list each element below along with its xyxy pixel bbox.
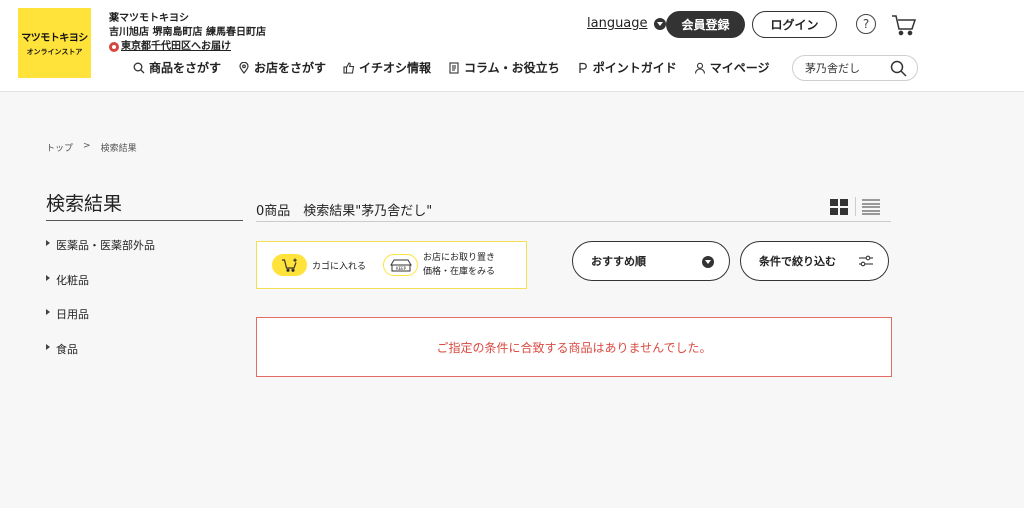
header-search[interactable]: [792, 55, 918, 81]
cart-icon[interactable]: [891, 14, 917, 40]
site-header: マツモトキヨシ オンラインストア 薬マツモトキヨシ 吉川旭店 堺南島町店 練馬春…: [0, 0, 1024, 92]
nav-item-label: 商品をさがす: [149, 61, 222, 75]
category-item-food[interactable]: 食品: [46, 341, 155, 376]
chevron-down-icon: [653, 17, 666, 30]
nav-item-products[interactable]: 商品をさがす: [133, 59, 221, 76]
search-icon: [133, 62, 145, 73]
nav-item-mypage[interactable]: マイページ: [694, 59, 770, 76]
user-icon: [694, 62, 705, 74]
sidebar-title: 検索結果: [46, 193, 123, 215]
sliders-icon: [859, 255, 873, 267]
logo-subtext: オンラインストア: [26, 48, 83, 56]
delivery-area[interactable]: 東京都千代田区へお届け: [109, 40, 266, 54]
caret-right-icon: [46, 274, 50, 281]
help-icon[interactable]: ?: [856, 14, 876, 34]
nav-item-label: コラム・お役立ち: [464, 61, 560, 75]
legend-keep-label: お店にお取り置き 価格・在庫をみる: [423, 251, 495, 279]
nav-item-points[interactable]: ポイントガイド: [577, 59, 677, 76]
legend-cart-label: カゴに入れる: [312, 261, 367, 272]
category-item-daily[interactable]: 日用品: [46, 306, 155, 341]
nav-item-label: イチオシ情報: [359, 61, 432, 75]
caret-right-icon: [46, 343, 50, 350]
category-label: 医薬品・医薬部外品: [56, 239, 155, 252]
category-label: 日用品: [56, 308, 89, 321]
results-title: 0商品 検索結果"茅乃舎だし": [256, 204, 433, 219]
list-view-icon[interactable]: [862, 199, 880, 215]
nav-item-columns[interactable]: コラム・お役立ち: [448, 59, 560, 76]
no-results-text: ご指定の条件に合致する商品はありませんでした。: [436, 340, 712, 355]
chevron-down-icon: [702, 256, 714, 268]
store-keep-icon: KEEP: [383, 254, 419, 276]
thumbs-up-icon: [343, 61, 355, 74]
search-icon[interactable]: [890, 60, 907, 77]
icon-legend: カゴに入れる KEEP お店にお取り置き 価格・在庫をみる: [256, 241, 527, 289]
caret-right-icon: [46, 309, 50, 315]
search-input[interactable]: [805, 61, 891, 75]
nav-item-stores[interactable]: お店をさがす: [238, 59, 326, 76]
store-brand: 薬マツモトキヨシ: [109, 13, 189, 24]
nav-item-recommend[interactable]: イチオシ情報: [343, 59, 431, 76]
language-label: language: [587, 16, 648, 31]
cart-add-icon: [272, 254, 307, 276]
point-icon: [579, 62, 587, 73]
category-label: 食品: [56, 342, 78, 356]
sidebar-divider: [46, 220, 243, 221]
no-results-message: ご指定の条件に合致する商品はありませんでした。: [256, 317, 892, 377]
results-divider: [256, 221, 891, 222]
breadcrumb-separator: >: [83, 141, 91, 151]
delivery-area-link[interactable]: 東京都千代田区へお届け: [121, 40, 231, 54]
legend-keep-line2: 価格・在庫をみる: [423, 267, 496, 277]
grid-view-icon[interactable]: [830, 199, 848, 215]
view-toggle-divider: [855, 197, 856, 216]
filter-label: 条件で絞り込む: [759, 255, 836, 268]
language-selector[interactable]: language: [587, 16, 666, 31]
location-pin-icon: [239, 61, 249, 74]
site-logo[interactable]: マツモトキヨシ オンラインストア: [18, 8, 91, 78]
register-button[interactable]: 会員登録: [666, 11, 745, 38]
sort-select[interactable]: おすすめ順: [572, 241, 730, 281]
breadcrumb-home[interactable]: トップ: [46, 141, 73, 154]
store-info: 薬マツモトキヨシ 吉川旭店 堺南島町店 練馬春日町店 東京都千代田区へお届け: [109, 12, 266, 54]
filter-button[interactable]: 条件で絞り込む: [740, 241, 889, 281]
document-icon: [449, 61, 459, 74]
keep-badge: KEEP: [395, 266, 406, 271]
nav-item-label: マイページ: [709, 61, 770, 75]
sort-label: おすすめ順: [591, 255, 646, 268]
caret-right-icon: [46, 240, 50, 246]
category-item-medicine[interactable]: 医薬品・医薬部外品: [46, 237, 155, 272]
selected-stores[interactable]: 吉川旭店 堺南島町店 練馬春日町店: [109, 26, 266, 40]
category-list: 医薬品・医薬部外品 化粧品 日用品 食品: [46, 237, 155, 375]
breadcrumb-current: 検索結果: [100, 144, 137, 154]
legend-keep-line1: お店にお取り置き: [423, 253, 496, 263]
main-nav: 商品をさがす お店をさがす イチオシ情報 コラム・お役立ち ポイントガイド マイ…: [133, 59, 769, 76]
nav-item-label: ポイントガイド: [592, 61, 677, 75]
category-label: 化粧品: [56, 273, 89, 287]
nav-item-label: お店をさがす: [254, 61, 327, 75]
location-pin-icon: [109, 42, 119, 52]
category-item-cosmetics[interactable]: 化粧品: [46, 272, 155, 307]
login-button[interactable]: ログイン: [752, 11, 837, 38]
breadcrumb: トップ > 検索結果: [46, 141, 137, 154]
logo-text: マツモトキヨシ: [21, 33, 88, 44]
